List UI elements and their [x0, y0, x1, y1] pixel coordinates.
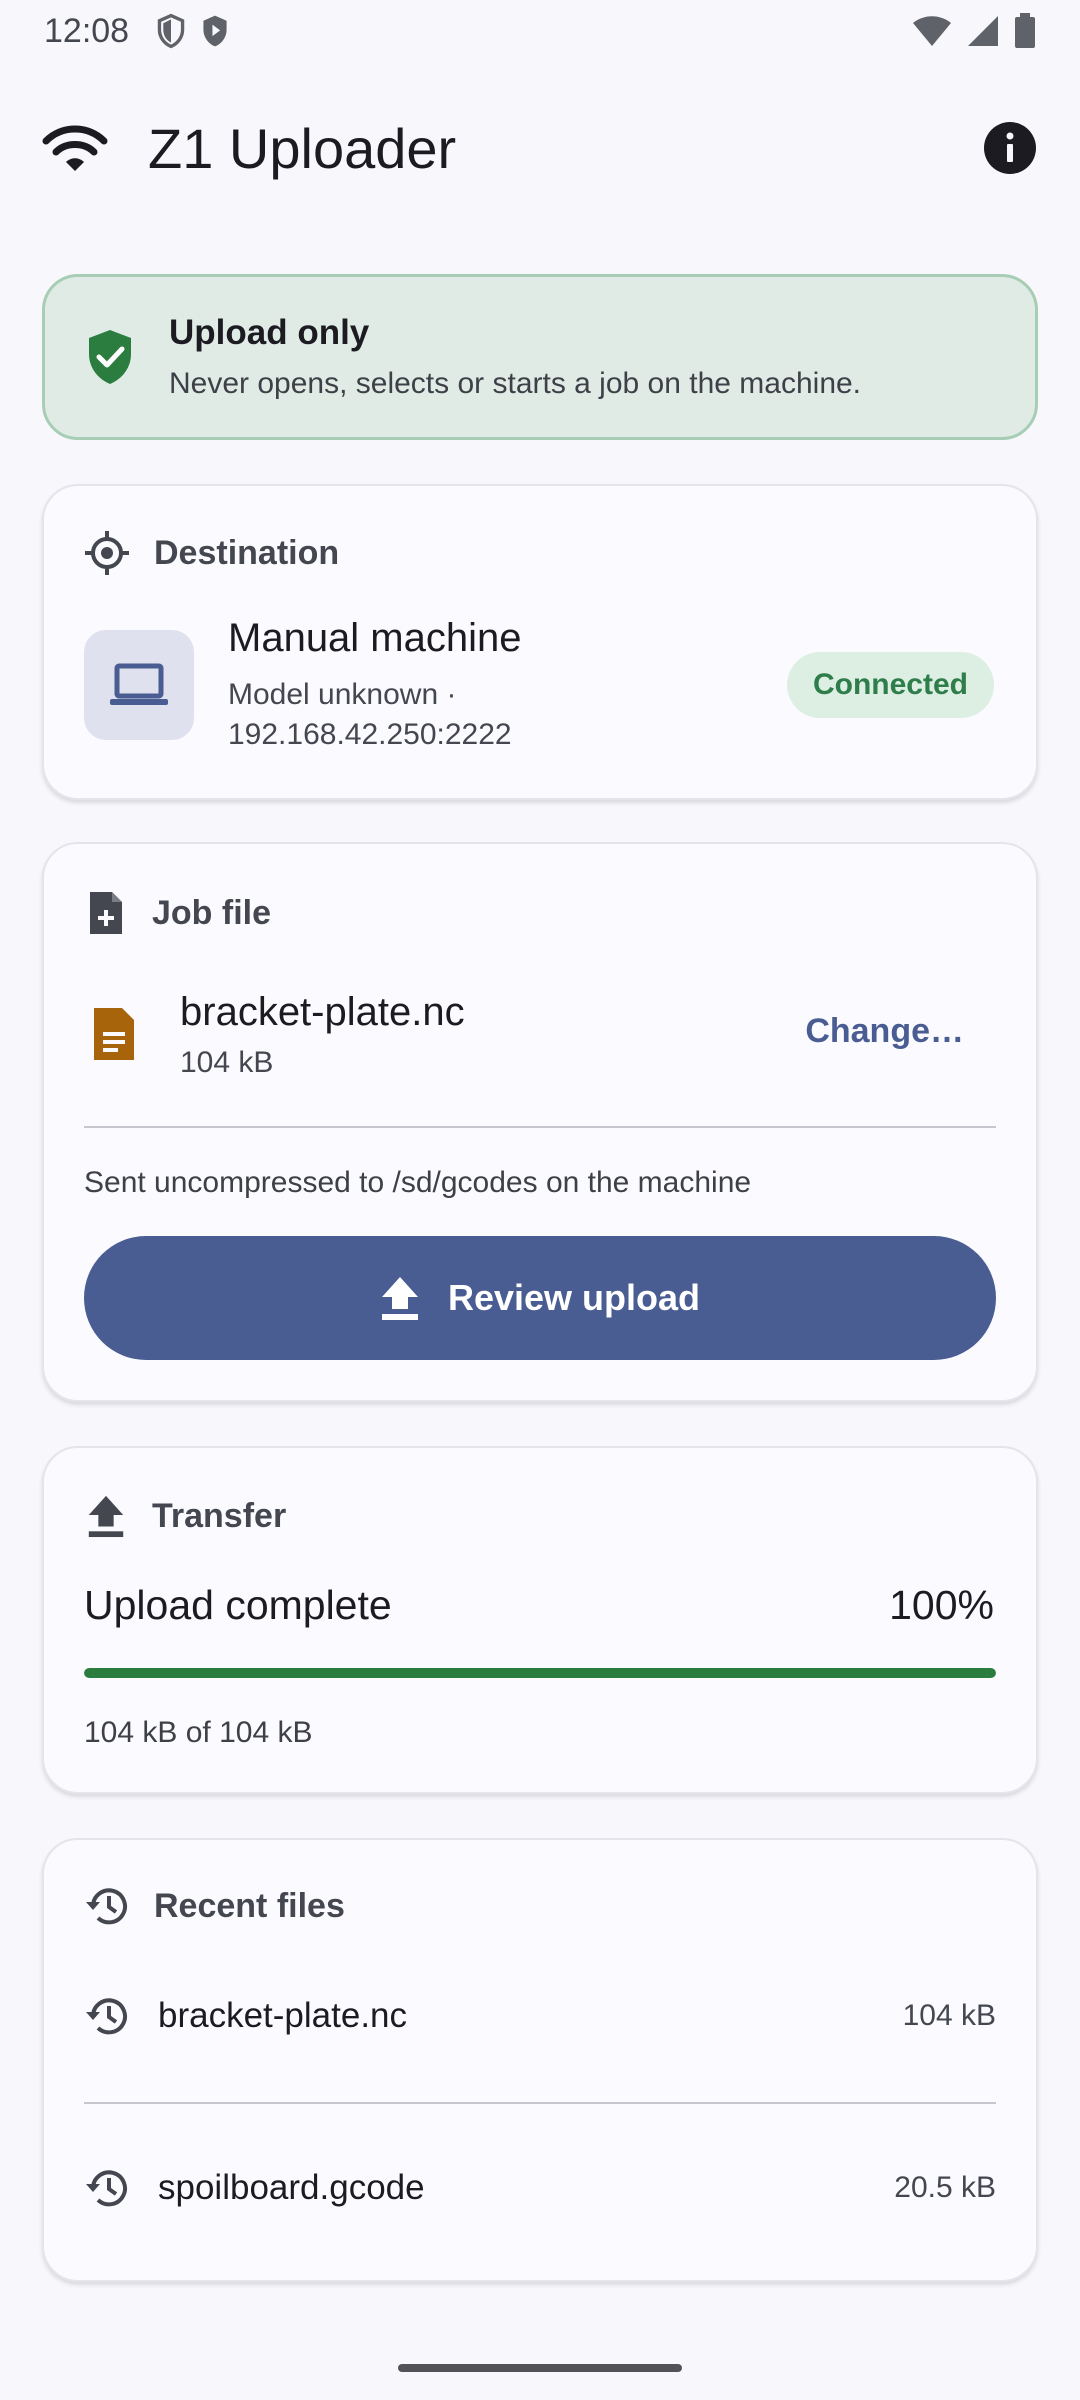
recent-file-item[interactable]: bracket-plate.nc 104 kB — [84, 1976, 996, 2056]
status-time: 12:08 — [44, 11, 130, 50]
info-icon[interactable] — [982, 120, 1038, 176]
battery-icon — [1015, 13, 1035, 48]
review-upload-button[interactable]: Review upload — [84, 1236, 996, 1360]
recent-file-size: 20.5 kB — [894, 2171, 996, 2204]
job-file-label: Job file — [152, 893, 272, 932]
status-bar: 12:08 — [0, 0, 1080, 62]
connection-status-badge: Connected — [786, 652, 994, 718]
upload-icon — [88, 1495, 124, 1538]
app-title: Z1 Uploader — [148, 116, 457, 180]
recent-files-card: Recent files bracket-plate.nc 104 kB spo… — [42, 1838, 1038, 2282]
laptop-icon — [110, 663, 168, 705]
review-upload-label: Review upload — [447, 1277, 701, 1318]
target-icon — [85, 531, 129, 575]
job-file-card: Job file bracket-plate.nc 104 kB Change…… — [42, 842, 1038, 1402]
transfer-percent: 100% — [889, 1582, 994, 1628]
machine-name: Manual machine — [228, 616, 522, 660]
transfer-status: Upload complete — [84, 1582, 392, 1628]
transfer-bytes: 104 kB of 104 kB — [84, 1716, 313, 1749]
shield-play-icon — [203, 15, 227, 47]
destination-header: Destination — [84, 530, 339, 576]
job-file-size: 104 kB — [180, 1046, 274, 1079]
transfer-progress-bar — [84, 1668, 996, 1678]
recent-files-divider — [84, 2102, 996, 2104]
destination-card: Destination Manual machine Model unknown… — [42, 484, 1038, 800]
upload-only-banner: Upload only Never opens, selects or star… — [42, 274, 1038, 440]
destination-label: Destination — [154, 533, 340, 572]
job-file-name: bracket-plate.nc — [180, 990, 465, 1034]
document-icon — [94, 1008, 134, 1060]
recent-file-name: bracket-plate.nc — [158, 1996, 408, 2035]
recent-file-item[interactable]: spoilboard.gcode 20.5 kB — [84, 2148, 996, 2228]
recent-files-header: Recent files — [84, 1884, 345, 1928]
upload-destination-note: Sent uncompressed to /sd/gcodes on the m… — [84, 1166, 752, 1199]
recent-file-size: 104 kB — [902, 1999, 996, 2032]
recent-files-label: Recent files — [154, 1886, 345, 1925]
transfer-header: Transfer — [84, 1494, 286, 1538]
gesture-home-bar[interactable] — [398, 2364, 682, 2372]
wifi-signal-icon — [913, 16, 951, 46]
transfer-progress-fill — [84, 1668, 996, 1678]
machine-detail-address: 192.168.42.250:2222 — [228, 718, 512, 751]
banner-title: Upload only — [169, 313, 370, 352]
machine-icon-tile — [84, 630, 194, 740]
vpn-shield-outline-icon — [157, 13, 185, 49]
cell-signal-icon — [968, 16, 998, 46]
history-icon — [86, 1998, 127, 2035]
machine-detail-model: Model unknown · — [228, 678, 457, 711]
transfer-card: Transfer Upload complete 100% 104 kB of … — [42, 1446, 1038, 1794]
history-icon — [86, 1888, 127, 1925]
banner-subtitle: Never opens, selects or starts a job on … — [169, 367, 862, 400]
wifi-icon — [42, 125, 108, 171]
change-file-button[interactable]: Change… — [805, 1012, 964, 1051]
app-bar: Z1 Uploader — [0, 100, 1080, 196]
job-file-header: Job file — [84, 890, 271, 936]
file-add-icon — [90, 892, 122, 934]
shield-check-icon — [89, 330, 131, 384]
transfer-label: Transfer — [152, 1496, 287, 1535]
upload-icon — [381, 1277, 418, 1320]
history-icon — [86, 2170, 127, 2207]
job-file-divider — [84, 1126, 996, 1128]
recent-file-name: spoilboard.gcode — [158, 2168, 425, 2207]
